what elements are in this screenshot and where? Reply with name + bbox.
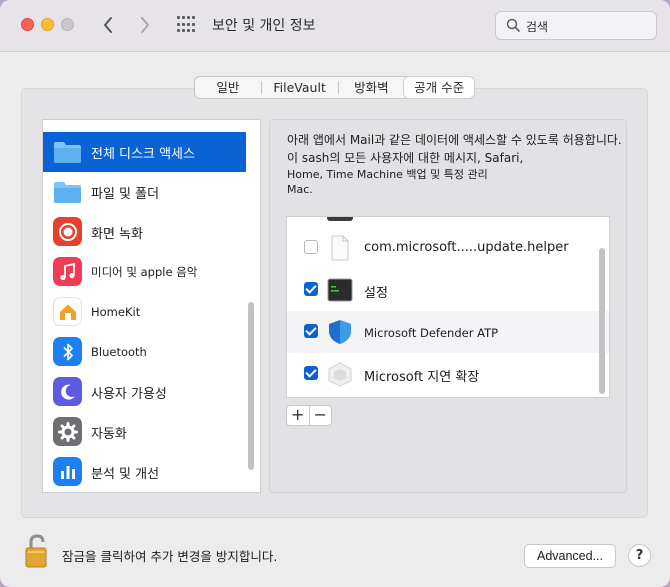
privacy-category-list: 전체 디스크 액세스 파일 및 폴더 화면 녹화 미디어 및 apple 음악 bbox=[42, 119, 261, 493]
sidebar-scrollbar[interactable] bbox=[248, 302, 254, 470]
chart-icon bbox=[53, 457, 82, 486]
minimize-window-button[interactable] bbox=[41, 18, 54, 31]
sidebar-item-label: 전체 디스크 액세스 bbox=[91, 146, 195, 162]
sidebar-item-label: 자동화 bbox=[91, 426, 127, 442]
tab-general[interactable]: 일반 bbox=[195, 77, 261, 98]
app-name: 설정 bbox=[364, 286, 388, 301]
sidebar-item-analytics[interactable]: 분석 및 개선 bbox=[43, 452, 246, 492]
app-list-scrollbar[interactable] bbox=[599, 248, 605, 394]
screen-recording-icon bbox=[53, 217, 82, 246]
tab-bar: 일반 FileVault 방화벽 공개 수준 bbox=[194, 76, 475, 99]
app-checkbox[interactable] bbox=[304, 324, 318, 338]
app-name: Microsoft 지연 확장 bbox=[364, 370, 480, 385]
folder-icon bbox=[53, 177, 82, 206]
lock-icon[interactable] bbox=[23, 533, 51, 569]
terminal-icon bbox=[327, 217, 353, 221]
chevron-right-icon bbox=[141, 17, 149, 33]
list-item[interactable]: com.microsoft.....update.helper bbox=[287, 227, 609, 269]
sidebar-item-label: 분석 및 개선 bbox=[91, 466, 160, 482]
list-item[interactable]: 설정 bbox=[287, 269, 609, 311]
add-remove-control: + − bbox=[286, 405, 332, 426]
search-input[interactable]: 검색 bbox=[495, 11, 657, 40]
gear-icon bbox=[53, 417, 82, 446]
app-checkbox[interactable] bbox=[304, 366, 318, 380]
moon-icon bbox=[53, 377, 82, 406]
extension-icon bbox=[328, 362, 352, 387]
remove-app-button[interactable]: − bbox=[310, 406, 332, 425]
help-button[interactable]: ? bbox=[628, 544, 651, 567]
sidebar-item-homekit[interactable]: HomeKit bbox=[43, 292, 246, 332]
music-icon bbox=[53, 257, 82, 286]
description-line-4: Mac. bbox=[287, 183, 313, 196]
preferences-window: 보안 및 개인 정보 검색 일반 FileVault 방화벽 공개 수준 전체 … bbox=[0, 0, 670, 587]
sidebar-item-media-music[interactable]: 미디어 및 apple 음악 bbox=[43, 252, 246, 292]
sidebar-item-label: 파일 및 폴더 bbox=[91, 186, 160, 202]
app-name: com.microsoft.....update.helper bbox=[364, 240, 569, 255]
lock-message: 잠금을 클릭하여 추가 변경을 방지합니다. bbox=[62, 549, 278, 564]
show-all-button[interactable] bbox=[177, 16, 195, 34]
list-item[interactable]: Microsoft Defender ATP bbox=[287, 311, 609, 353]
search-icon bbox=[506, 18, 520, 32]
sidebar-item-automation[interactable]: 자동화 bbox=[43, 412, 246, 452]
sidebar-item-user-availability[interactable]: 사용자 가용성 bbox=[43, 372, 246, 412]
chevron-left-icon bbox=[104, 17, 112, 33]
back-button[interactable] bbox=[97, 12, 119, 38]
forward-button[interactable] bbox=[134, 12, 156, 38]
sidebar-item-label: 미디어 및 apple 음악 bbox=[91, 265, 198, 279]
window-title: 보안 및 개인 정보 bbox=[212, 18, 316, 34]
home-icon bbox=[53, 297, 82, 326]
sidebar-item-label: 화면 녹화 bbox=[91, 226, 143, 242]
list-item[interactable]: Microsoft 지연 확장 bbox=[287, 353, 609, 395]
title-bar: 보안 및 개인 정보 검색 bbox=[0, 0, 670, 52]
description-line-3: Home, Time Machine 백업 및 특정 관리 bbox=[287, 168, 488, 181]
add-app-button[interactable]: + bbox=[287, 406, 309, 425]
tab-privacy[interactable]: 공개 수준 bbox=[404, 77, 475, 98]
app-checkbox[interactable] bbox=[304, 240, 318, 254]
sidebar-item-screen-recording[interactable]: 화면 녹화 bbox=[43, 212, 246, 252]
sidebar-item-label: HomeKit bbox=[91, 305, 141, 319]
sidebar-item-bluetooth[interactable]: Bluetooth bbox=[43, 332, 246, 372]
zoom-window-button[interactable] bbox=[61, 18, 74, 31]
app-checkbox[interactable] bbox=[304, 282, 318, 296]
advanced-button[interactable]: Advanced... bbox=[524, 544, 616, 568]
close-window-button[interactable] bbox=[21, 18, 34, 31]
description-line-1: 아래 앱에서 Mail과 같은 데이터에 액세스할 수 있도록 허용합니다. bbox=[287, 133, 622, 147]
tab-firewall[interactable]: 방화벽 bbox=[339, 77, 405, 98]
folder-icon bbox=[53, 137, 82, 166]
sidebar-item-label: 사용자 가용성 bbox=[91, 386, 167, 402]
search-placeholder: 검색 bbox=[526, 20, 549, 34]
app-list: com.microsoft.....update.helper 설정 Micro… bbox=[286, 216, 610, 398]
app-name: Microsoft Defender ATP bbox=[364, 326, 499, 340]
sidebar-item-files-folders[interactable]: 파일 및 폴더 bbox=[43, 172, 246, 212]
sidebar-item-label: Bluetooth bbox=[91, 345, 147, 359]
shield-icon bbox=[329, 320, 351, 344]
tab-filevault[interactable]: FileVault bbox=[262, 77, 338, 98]
description-line-2: 이 sash의 모든 사용자에 대한 메시지, Safari, bbox=[287, 151, 524, 165]
terminal-icon bbox=[327, 278, 353, 302]
sidebar-item-full-disk-access[interactable]: 전체 디스크 액세스 bbox=[43, 132, 246, 172]
document-icon bbox=[331, 235, 349, 261]
bluetooth-icon bbox=[53, 337, 82, 366]
